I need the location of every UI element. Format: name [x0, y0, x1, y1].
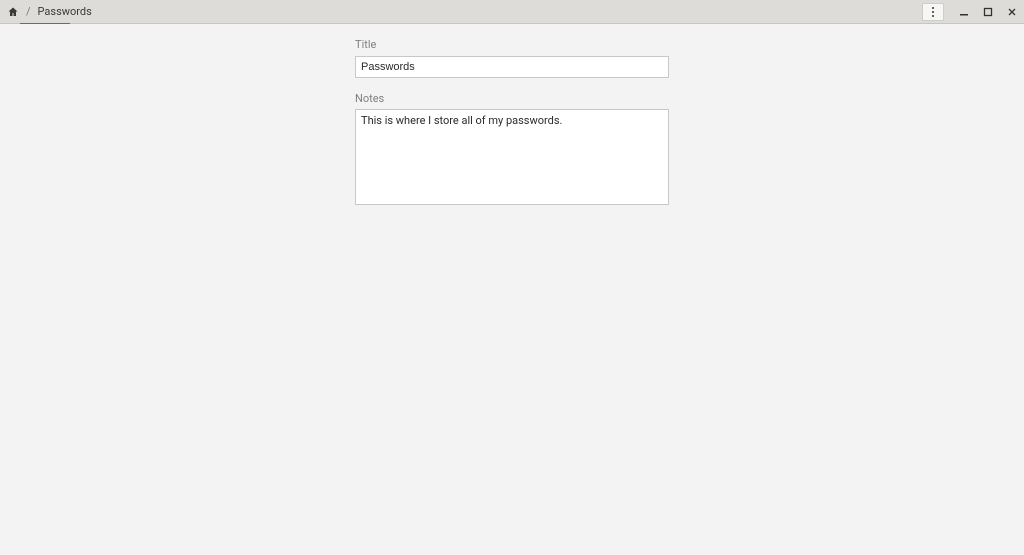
notes-label: Notes: [355, 92, 669, 105]
close-button[interactable]: [1000, 0, 1024, 24]
title-input[interactable]: [355, 56, 669, 78]
main-content: Title Notes: [0, 24, 1024, 209]
title-label: Title: [355, 38, 669, 51]
breadcrumb-separator: /: [26, 5, 31, 18]
maximize-button[interactable]: [976, 0, 1000, 24]
titlebar: / Passwords: [0, 0, 1024, 24]
breadcrumb: / Passwords: [0, 0, 93, 23]
minimize-button[interactable]: [952, 0, 976, 24]
home-icon[interactable]: [6, 5, 20, 19]
edit-form: Title Notes: [355, 38, 669, 209]
menu-button[interactable]: [922, 3, 944, 21]
notes-textarea[interactable]: [355, 109, 669, 205]
window-controls: [922, 0, 1024, 23]
breadcrumb-current[interactable]: Passwords: [37, 5, 93, 18]
breadcrumb-active-indicator: [20, 23, 70, 24]
